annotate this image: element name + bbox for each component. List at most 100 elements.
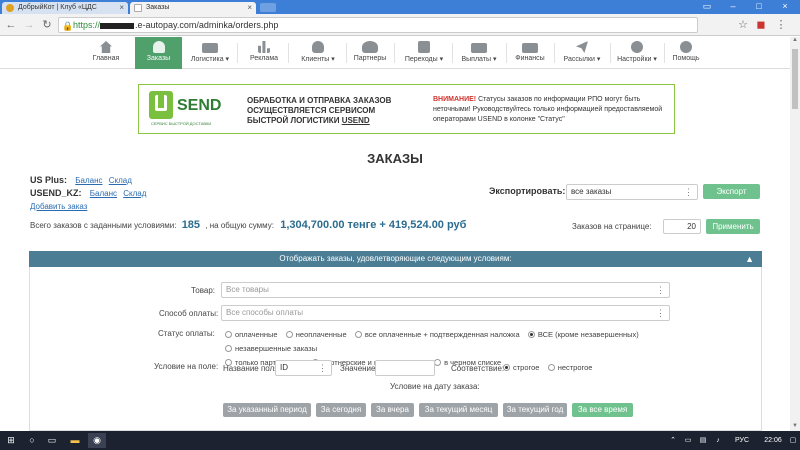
nav-item-home[interactable]: Главная bbox=[86, 37, 126, 69]
filter-panel: Товар: Все товары ⋮ Способ оплаты: Все с… bbox=[29, 267, 762, 431]
browser-tab[interactable]: ДобрыйКот | Клуб «ЦДС × bbox=[2, 2, 128, 14]
share-icon bbox=[418, 41, 430, 53]
language-indicator[interactable]: РУС bbox=[730, 433, 754, 448]
search-icon[interactable]: ○ bbox=[24, 433, 40, 448]
maximize-window-icon[interactable]: □ bbox=[752, 1, 766, 12]
add-order-link[interactable]: Добавить заказ bbox=[30, 202, 87, 211]
page-scrollbar[interactable]: ▲ ▼ bbox=[790, 37, 800, 431]
date-alltime-button[interactable]: За все время bbox=[572, 403, 633, 417]
payment-label: Способ оплаты: bbox=[159, 309, 219, 318]
value-label: Значение bbox=[340, 364, 376, 373]
status-radio-paid[interactable]: оплаченные bbox=[225, 328, 278, 341]
date-yesterday-button[interactable]: За вчера bbox=[371, 403, 414, 417]
banner-main-text: ОБРАБОТКА И ОТПРАВКА ЗАКАЗОВ ОСУЩЕСТВЛЯЕ… bbox=[247, 96, 427, 126]
battery-icon[interactable]: ▭ bbox=[682, 433, 694, 448]
product-label: Товар: bbox=[191, 286, 215, 295]
url-scheme: https:// bbox=[73, 20, 101, 30]
date-today-button[interactable]: За сегодня bbox=[316, 403, 366, 417]
bar-chart-icon bbox=[258, 41, 270, 53]
nav-item-orders[interactable]: Заказы bbox=[135, 37, 182, 69]
radio-label: ВСЕ (кроме незавершенных) bbox=[537, 330, 639, 339]
status-radio-paid-cod[interactable]: все оплаченные + подтвержденная наложка bbox=[354, 328, 520, 341]
collapse-chevron-icon[interactable]: ▲ bbox=[745, 251, 754, 267]
credit-card-icon bbox=[471, 43, 487, 53]
field-name-select[interactable]: ID ⋮ bbox=[275, 360, 332, 376]
date-period-button[interactable]: За указанный период bbox=[223, 403, 311, 417]
radio-circle bbox=[225, 331, 232, 338]
close-window-icon[interactable]: × bbox=[778, 1, 792, 12]
product-select-value: Все товары bbox=[226, 285, 269, 294]
status-radio-unfinished[interactable]: незавершенные заказы bbox=[225, 342, 317, 355]
dropdown-dots-icon: ⋮ bbox=[656, 285, 665, 295]
browser-tab-title: ДобрыйКот | Клуб «ЦДС bbox=[18, 4, 97, 11]
per-page-input[interactable]: 20 bbox=[663, 219, 701, 234]
scroll-thumb[interactable] bbox=[792, 49, 798, 109]
back-arrow-icon[interactable]: ← bbox=[4, 18, 18, 32]
tray-chevron-icon[interactable]: ⌃ bbox=[667, 433, 679, 448]
export-label: Экспортировать: bbox=[489, 186, 566, 196]
totals-row: Всего заказов с заданными условиями: 185… bbox=[30, 219, 466, 231]
us-plus-balance-link[interactable]: Баланс bbox=[75, 176, 102, 185]
us-plus-warehouse-link[interactable]: Склад bbox=[109, 176, 132, 185]
dropdown-dots-icon: ⋮ bbox=[318, 363, 327, 373]
match-radio-strict[interactable]: строгое bbox=[503, 363, 539, 372]
scroll-up-icon[interactable]: ▲ bbox=[790, 37, 800, 45]
apply-button[interactable]: Применить bbox=[706, 219, 760, 234]
match-radio-loose[interactable]: нестрогое bbox=[547, 363, 592, 372]
file-explorer-icon[interactable]: ▬ bbox=[66, 433, 84, 448]
lock-icon: 🔒 bbox=[62, 21, 74, 31]
gear-icon bbox=[631, 41, 643, 53]
browser-menu-icon[interactable]: ⋮ bbox=[774, 18, 788, 32]
usend-banner[interactable]: SEND СЕРВИС БЫСТРОЙ ДОСТАВКИ ОБРАБОТКА И… bbox=[138, 84, 675, 134]
new-tab-button[interactable] bbox=[260, 3, 276, 12]
extension-icon[interactable]: ◼ bbox=[754, 18, 768, 32]
radio-circle bbox=[434, 359, 442, 366]
nav-label: Клиенты ▾ bbox=[301, 56, 335, 63]
forward-arrow-icon[interactable]: → bbox=[22, 18, 36, 32]
close-tab-icon[interactable]: × bbox=[119, 3, 124, 12]
clock[interactable]: 22:06 bbox=[760, 433, 786, 448]
export-select[interactable]: все заказы ⋮ bbox=[566, 184, 698, 200]
usend-kz-balance-link[interactable]: Баланс bbox=[90, 189, 117, 198]
scroll-down-icon[interactable]: ▼ bbox=[790, 423, 800, 431]
nav-item-referrals[interactable]: Переходы ▾ bbox=[400, 37, 448, 69]
nav-item-clients[interactable]: Клиенты ▾ bbox=[294, 37, 342, 69]
export-button[interactable]: Экспорт bbox=[703, 184, 760, 199]
user-profile-icon[interactable]: ▭ bbox=[700, 1, 714, 12]
totals-mid: , на общую сумму: bbox=[205, 221, 274, 230]
status-radio-all[interactable]: ВСЕ (кроме незавершенных) bbox=[527, 328, 639, 341]
banner-usend-link[interactable]: USEND bbox=[342, 116, 370, 125]
bookmark-star-icon[interactable]: ☆ bbox=[736, 18, 750, 32]
network-icon[interactable]: ▤ bbox=[697, 433, 709, 448]
nav-item-ads[interactable]: Реклама bbox=[244, 37, 284, 69]
windows-start-icon[interactable]: ⊞ bbox=[3, 433, 19, 448]
nav-item-settings[interactable]: Настройки ▾ bbox=[612, 37, 662, 69]
url-input[interactable]: 🔒 https:// .e-autopay.com/adminka/orders.… bbox=[58, 17, 698, 33]
chrome-taskbar-icon[interactable]: ◉ bbox=[88, 433, 106, 448]
task-view-icon[interactable]: ▭ bbox=[44, 433, 60, 448]
filter-panel-header[interactable]: Отображать заказы, удовлетворяющие следу… bbox=[29, 251, 762, 267]
nav-item-payouts[interactable]: Выплаты ▾ bbox=[456, 37, 502, 69]
close-tab-icon[interactable]: × bbox=[247, 3, 252, 12]
product-select[interactable]: Все товары ⋮ bbox=[221, 282, 670, 298]
notifications-icon[interactable]: ▢ bbox=[788, 433, 798, 448]
nav-label: Партнеры bbox=[353, 55, 387, 62]
date-year-button[interactable]: За текущий год bbox=[503, 403, 567, 417]
nav-item-mailings[interactable]: Рассылки ▾ bbox=[558, 37, 606, 69]
usend-kz-warehouse-link[interactable]: Склад bbox=[123, 189, 146, 198]
usend-kz-row: USEND_KZ: Баланс Склад bbox=[30, 188, 146, 198]
browser-tab-active[interactable]: Заказы × bbox=[130, 2, 256, 14]
radio-circle bbox=[547, 364, 555, 371]
nav-item-logistics[interactable]: Логистика ▾ bbox=[186, 37, 234, 69]
nav-item-help[interactable]: Помощь bbox=[668, 37, 704, 69]
nav-item-partners[interactable]: Партнеры bbox=[350, 37, 390, 69]
reload-icon[interactable]: ↻ bbox=[40, 18, 54, 32]
nav-item-finance[interactable]: Финансы bbox=[510, 37, 550, 69]
minimize-window-icon[interactable]: – bbox=[726, 1, 740, 12]
volume-icon[interactable]: ♪ bbox=[712, 433, 724, 448]
value-input[interactable] bbox=[375, 360, 435, 376]
status-radio-unpaid[interactable]: неоплаченные bbox=[285, 328, 347, 341]
date-month-button[interactable]: За текущий месяц bbox=[419, 403, 498, 417]
nav-label: Настройки ▾ bbox=[617, 56, 657, 63]
payment-select[interactable]: Все способы оплаты ⋮ bbox=[221, 305, 670, 321]
